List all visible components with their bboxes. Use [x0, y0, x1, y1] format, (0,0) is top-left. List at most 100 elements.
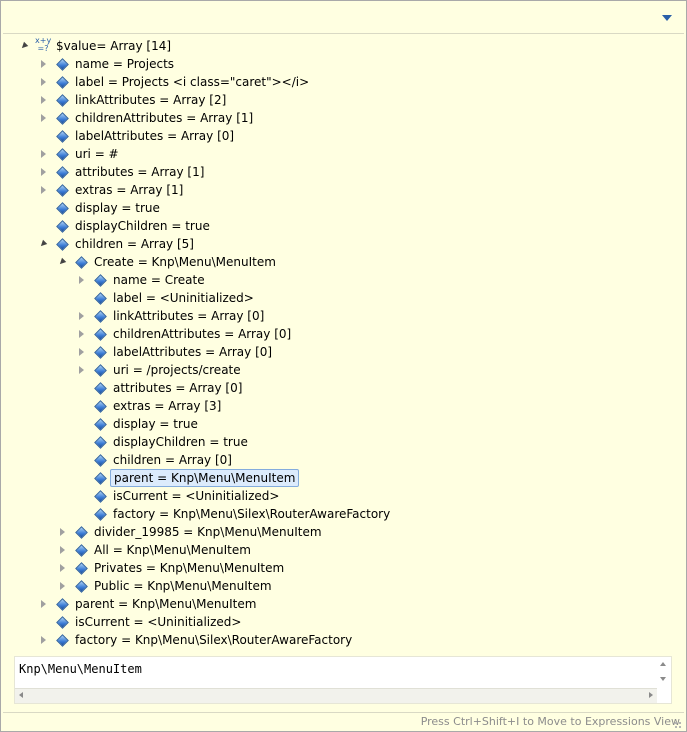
tree-row-label: displayChildren = true	[75, 219, 210, 233]
collapse-twisty-icon[interactable]	[19, 37, 31, 55]
tree-row-create-name[interactable]: name = Create	[5, 271, 684, 289]
tree-row-label: attributes = Array [1]	[75, 165, 205, 179]
tree-row-create[interactable]: Create = Knp\Menu\MenuItem	[5, 253, 684, 271]
tree-row-display[interactable]: display = true	[5, 199, 684, 217]
field-diamond-icon	[75, 580, 88, 593]
expand-twisty-icon[interactable]	[76, 325, 88, 343]
tree-row-parent[interactable]: parent = Knp\Menu\MenuItem	[5, 595, 684, 613]
expand-twisty-icon[interactable]	[38, 91, 50, 109]
field-diamond-icon	[94, 310, 107, 323]
tree-row-attributes[interactable]: attributes = Array [1]	[5, 163, 684, 181]
tree-row-label: parent = Knp\Menu\MenuItem	[75, 597, 257, 611]
expand-twisty-icon[interactable]	[38, 55, 50, 73]
tree-row-label: factory = Knp\Menu\Silex\RouterAwareFact…	[113, 507, 391, 521]
scroll-right-icon[interactable]	[649, 692, 653, 698]
tree-row-all[interactable]: All = Knp\Menu\MenuItem	[5, 541, 684, 559]
field-diamond-icon	[56, 76, 69, 89]
variable-tree[interactable]: x+y =? $value= Array [14] name = Projects la…	[5, 37, 684, 650]
tree-row-labelAttributes[interactable]: labelAttributes = Array [0]	[5, 127, 684, 145]
expand-twisty-icon[interactable]	[38, 109, 50, 127]
chevron-down-icon[interactable]	[662, 15, 672, 21]
tree-row-create-uri[interactable]: uri = /projects/create	[5, 361, 684, 379]
expand-twisty-icon[interactable]	[38, 181, 50, 199]
status-hint: Press Ctrl+Shift+I to Move to Expression…	[420, 715, 680, 728]
tree-row-label: linkAttributes = Array [2]	[75, 93, 227, 107]
tree-row-create-attributes[interactable]: attributes = Array [0]	[5, 379, 684, 397]
field-diamond-icon	[94, 418, 107, 431]
expand-twisty-icon[interactable]	[57, 541, 69, 559]
tree-row-children[interactable]: children = Array [5]	[5, 235, 684, 253]
tree-row-label: uri = #	[75, 147, 119, 161]
tree-row-displayChildren[interactable]: displayChildren = true	[5, 217, 684, 235]
tree-row-label[interactable]: label = Projects <i class="caret"></i>	[5, 73, 684, 91]
tree-row-extras[interactable]: extras = Array [1]	[5, 181, 684, 199]
expand-twisty-icon[interactable]	[57, 559, 69, 577]
field-diamond-icon	[94, 454, 107, 467]
variable-icon: x+y =?	[35, 37, 52, 53]
tree-row-label: children = Array [5]	[75, 237, 194, 251]
expand-twisty-icon[interactable]	[76, 343, 88, 361]
tree-row-divider[interactable]: divider_19985 = Knp\Menu\MenuItem	[5, 523, 684, 541]
expand-twisty-icon[interactable]	[38, 73, 50, 91]
scroll-left-icon[interactable]	[19, 692, 23, 698]
field-diamond-icon	[56, 94, 69, 107]
field-diamond-icon	[75, 544, 88, 557]
expand-twisty-icon[interactable]	[57, 523, 69, 541]
tree-row-privates[interactable]: Privates = Knp\Menu\MenuItem	[5, 559, 684, 577]
field-diamond-icon	[94, 364, 107, 377]
field-diamond-icon	[56, 166, 69, 179]
tree-row-public[interactable]: Public = Knp\Menu\MenuItem	[5, 577, 684, 595]
tree-row-value[interactable]: x+y =? $value= Array [14]	[5, 37, 684, 55]
resize-grip-icon[interactable]	[674, 721, 682, 729]
field-diamond-icon	[56, 148, 69, 161]
field-diamond-icon	[94, 328, 107, 341]
expand-twisty-icon[interactable]	[76, 361, 88, 379]
field-diamond-icon	[94, 436, 107, 449]
expand-twisty-icon[interactable]	[57, 577, 69, 595]
tree-row-create-childrenAttributes[interactable]: childrenAttributes = Array [0]	[5, 325, 684, 343]
tree-row-label: displayChildren = true	[113, 435, 248, 449]
tree-row-create-extras[interactable]: extras = Array [3]	[5, 397, 684, 415]
collapse-twisty-icon[interactable]	[57, 253, 69, 271]
expand-twisty-icon[interactable]	[38, 631, 50, 649]
expand-twisty-icon[interactable]	[76, 307, 88, 325]
tree-row-label: parent = Knp\Menu\MenuItem	[110, 469, 300, 487]
scroll-up-icon[interactable]	[660, 662, 666, 666]
field-diamond-icon	[94, 490, 107, 503]
tree-row-factory[interactable]: factory = Knp\Menu\Silex\RouterAwareFact…	[5, 631, 684, 649]
tree-row-create-parent[interactable]: parent = Knp\Menu\MenuItem	[5, 469, 684, 487]
tree-row-create-factory[interactable]: factory = Knp\Menu\Silex\RouterAwareFact…	[5, 505, 684, 523]
tree-row-create-displayChildren[interactable]: displayChildren = true	[5, 433, 684, 451]
field-diamond-icon	[94, 382, 107, 395]
tree-row-label: name = Projects	[75, 57, 175, 71]
expand-twisty-icon[interactable]	[38, 595, 50, 613]
tree-row-label: name = Create	[113, 273, 205, 287]
detail-pane[interactable]: Knp\Menu\MenuItem	[14, 656, 672, 704]
field-diamond-icon	[75, 526, 88, 539]
tree-row-label: label = Projects <i class="caret"></i>	[75, 75, 310, 89]
field-diamond-icon	[56, 58, 69, 71]
field-diamond-icon	[56, 202, 69, 215]
tree-row-linkAttributes[interactable]: linkAttributes = Array [2]	[5, 91, 684, 109]
tree-row-childrenAttributes[interactable]: childrenAttributes = Array [1]	[5, 109, 684, 127]
tree-row-create-labelAttributes[interactable]: labelAttributes = Array [0]	[5, 343, 684, 361]
tree-row-uri[interactable]: uri = #	[5, 145, 684, 163]
field-diamond-icon	[56, 130, 69, 143]
tree-row-create-children[interactable]: children = Array [0]	[5, 451, 684, 469]
field-diamond-icon	[56, 238, 69, 251]
expression-hover-popup: x+y =? $value= Array [14] name = Projects la…	[0, 0, 687, 732]
scroll-down-icon[interactable]	[660, 677, 666, 681]
collapse-twisty-icon[interactable]	[38, 235, 50, 253]
field-diamond-icon	[75, 562, 88, 575]
tree-row-name[interactable]: name = Projects	[5, 55, 684, 73]
tree-row-create-linkAttributes[interactable]: linkAttributes = Array [0]	[5, 307, 684, 325]
tree-row-create-isCurrent[interactable]: isCurrent = <Uninitialized>	[5, 487, 684, 505]
detail-horizontal-scrollbar[interactable]	[15, 688, 657, 703]
tree-row-create-label[interactable]: label = <Uninitialized>	[5, 289, 684, 307]
tree-row-create-display[interactable]: display = true	[5, 415, 684, 433]
expand-twisty-icon[interactable]	[38, 163, 50, 181]
detail-vertical-scrollbar[interactable]	[657, 657, 671, 687]
tree-row-isCurrent[interactable]: isCurrent = <Uninitialized>	[5, 613, 684, 631]
expand-twisty-icon[interactable]	[38, 145, 50, 163]
expand-twisty-icon[interactable]	[76, 271, 88, 289]
